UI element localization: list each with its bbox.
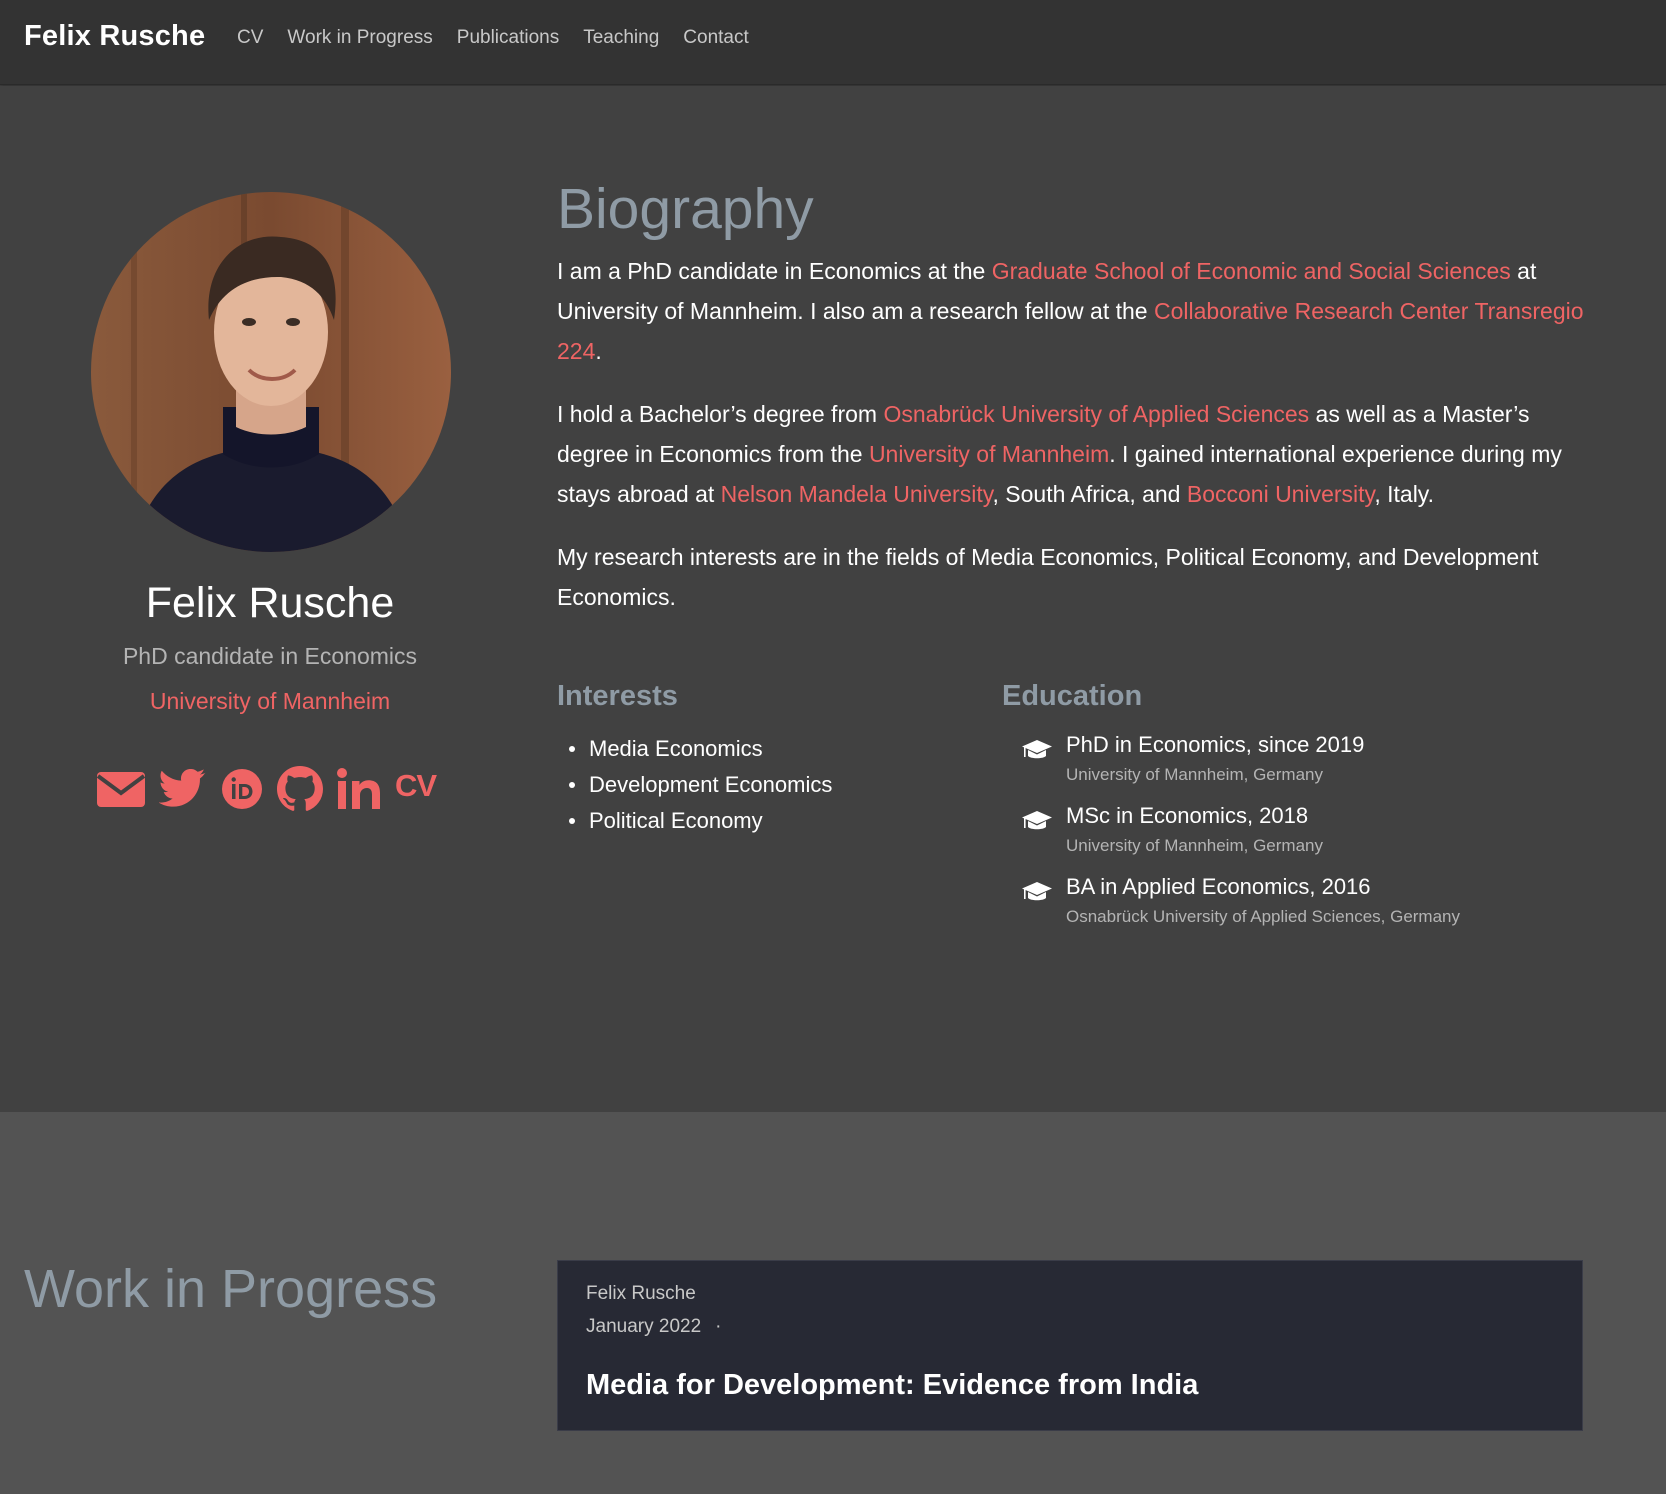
bio-text: I hold a Bachelor’s degree from [557,401,884,427]
card-author[interactable]: Felix Rusche [586,1283,696,1305]
interests-title: Interests [557,680,678,712]
interests-list: Media Economics Development Economics Po… [557,731,957,839]
biography-paragraph: I hold a Bachelor’s degree from Osnabrüc… [557,394,1587,514]
interest-item: Media Economics [569,731,957,767]
site-brand[interactable]: Felix Rusche [24,20,205,53]
bio-text: . [595,338,602,364]
publication-card[interactable]: Felix Rusche January 2022 · Media for Dev… [557,1260,1583,1431]
orcid-icon[interactable] [220,767,264,811]
biography-paragraph: I am a PhD candidate in Economics at the… [557,251,1587,371]
envelope-icon[interactable] [96,770,146,808]
card-title[interactable]: Media for Development: Evidence from Ind… [586,1369,1198,1402]
biography-paragraph: My research interests are in the fields … [557,544,1539,610]
card-date: January 2022 [586,1316,702,1337]
work-in-progress-title: Work in Progress [24,1259,438,1319]
bio-link-bocconi-university[interactable]: Bocconi University [1187,481,1374,507]
profile-role: PhD candidate in Economics [122,643,418,669]
nav-link-publications[interactable]: Publications [457,27,559,49]
cv-icon[interactable]: CV [395,768,437,804]
profile-organization-link[interactable]: University of Mannheim [40,688,500,715]
education-item: PhD in Economics, since 2019 University … [1002,731,1602,802]
nav-link-work-in-progress[interactable]: Work in Progress [287,27,432,49]
card-meta: January 2022 · [586,1316,721,1338]
nav-link-teaching[interactable]: Teaching [583,27,659,49]
biography-title: Biography [557,177,814,241]
graduation-cap-icon [1021,739,1053,766]
interest-item: Political Economy [569,803,957,839]
education-item: BA in Applied Economics, 2016 Osnabrück … [1002,873,1602,944]
education-course: MSc in Economics, 2018 [1066,803,1309,828]
interest-item: Development Economics [569,767,957,803]
education-course: BA in Applied Economics, 2016 [1066,874,1371,899]
education-section: Education PhD in Economics, since 2019 U… [1002,680,1602,944]
avatar [91,192,451,552]
graduation-cap-icon [1021,810,1053,837]
twitter-icon[interactable] [159,769,207,809]
bio-text: , Italy. [1374,481,1434,507]
bio-link-nelson-mandela-university[interactable]: Nelson Mandela University [721,481,993,507]
bio-text: , South Africa, and [992,481,1187,507]
linkedin-icon[interactable] [336,767,382,811]
education-title: Education [1002,680,1143,712]
social-links: CV [96,766,449,812]
bio-link-osnabrueck-university[interactable]: Osnabrück University of Applied Sciences [883,401,1309,427]
navbar: Felix Rusche CV Work in Progress Publica… [0,0,1666,85]
work-in-progress-section: Work in Progress Felix Rusche January 20… [0,1112,1666,1494]
education-institution: University of Mannheim, Germany [1066,836,1323,855]
bio-link-graduate-school[interactable]: Graduate School of Economic and Social S… [992,258,1511,284]
card-separator: · [715,1316,722,1337]
nav-link-contact[interactable]: Contact [683,27,748,49]
github-icon[interactable] [277,766,323,812]
about-section: Felix Rusche PhD candidate in Economics … [0,86,1666,1112]
bio-link-university-of-mannheim[interactable]: University of Mannheim [869,441,1109,467]
education-institution: University of Mannheim, Germany [1066,765,1323,784]
bio-text: I am a PhD candidate in Economics at the [557,258,992,284]
education-course: PhD in Economics, since 2019 [1066,732,1365,757]
avatar-photo [91,192,451,552]
interests-section: Interests Media Economics Development Ec… [557,680,957,839]
education-institution: Osnabrück University of Applied Sciences… [1066,907,1461,926]
education-item: MSc in Economics, 2018 University of Man… [1002,802,1602,873]
nav-links: CV Work in Progress Publications Teachin… [237,27,773,49]
profile-name: Felix Rusche [145,579,395,627]
nav-link-cv[interactable]: CV [237,27,263,49]
biography-text: I am a PhD candidate in Economics at the… [557,251,1587,640]
graduation-cap-icon [1021,881,1053,908]
